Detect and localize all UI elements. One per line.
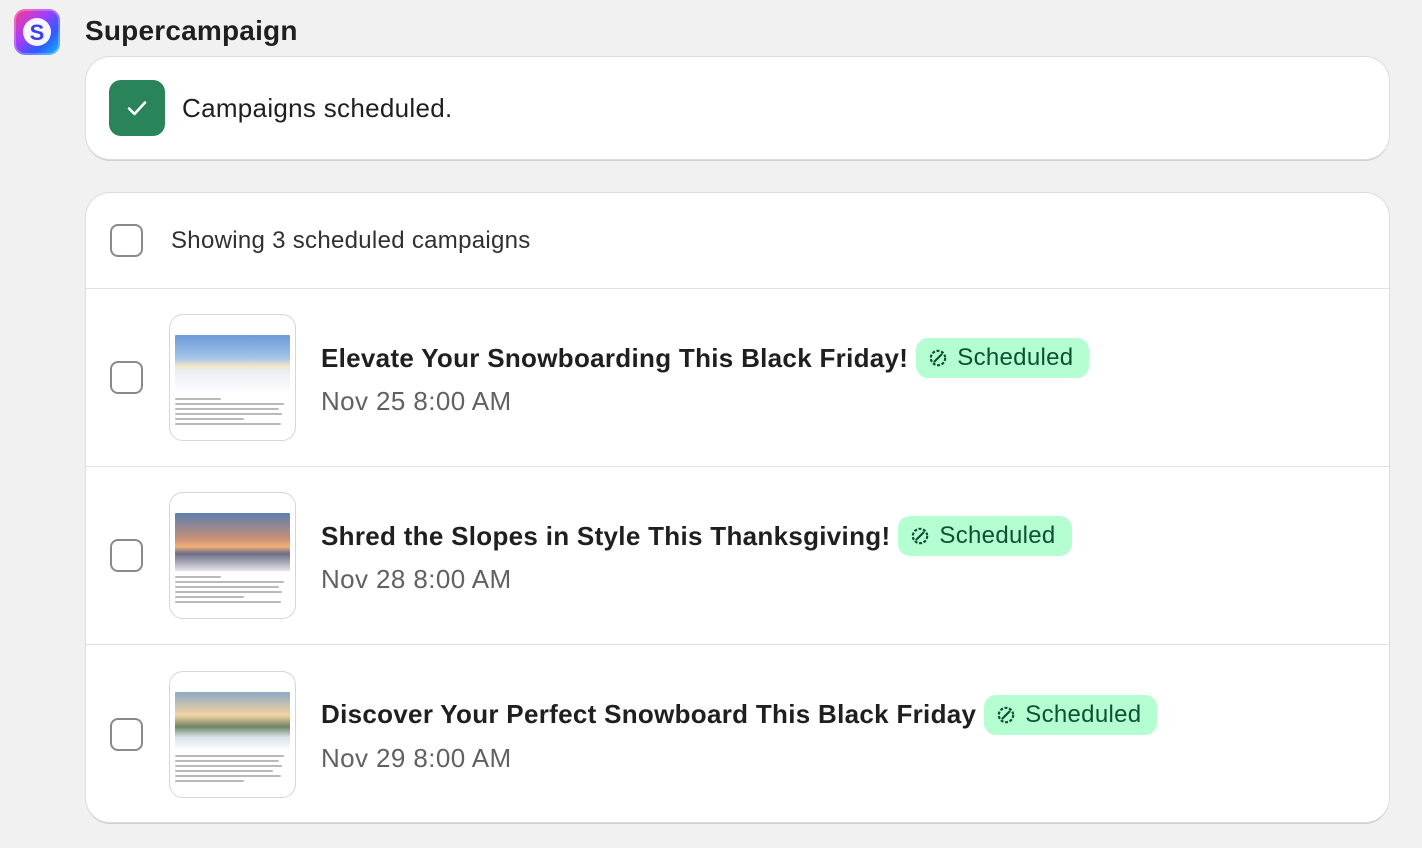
email-preview-thumbnail[interactable] bbox=[169, 492, 296, 619]
status-badge-label: Scheduled bbox=[939, 522, 1056, 549]
campaign-title[interactable]: Elevate Your Snowboarding This Black Fri… bbox=[321, 343, 908, 374]
campaign-row[interactable]: Shred the Slopes in Style This Thanksgiv… bbox=[86, 467, 1389, 645]
svg-text:S: S bbox=[30, 20, 45, 45]
scheduled-icon bbox=[997, 706, 1015, 723]
supercampaign-logo-icon: S bbox=[14, 9, 60, 55]
status-badge: Scheduled bbox=[916, 338, 1090, 378]
checkmark-icon bbox=[109, 80, 165, 136]
success-banner: Campaigns scheduled. bbox=[86, 57, 1389, 159]
campaign-title[interactable]: Discover Your Perfect Snowboard This Bla… bbox=[321, 699, 976, 730]
status-badge-label: Scheduled bbox=[1025, 700, 1142, 728]
list-header-text: Showing 3 scheduled campaigns bbox=[171, 226, 531, 254]
campaign-info: Discover Your Perfect Snowboard This Bla… bbox=[321, 694, 1158, 774]
campaign-date: Nov 29 8:00 AM bbox=[321, 742, 512, 773]
scheduled-icon bbox=[912, 527, 929, 545]
email-body-preview bbox=[175, 398, 290, 425]
app-title: Supercampaign bbox=[85, 15, 298, 46]
campaign-info: Shred the Slopes in Style This Thanksgiv… bbox=[321, 516, 1072, 595]
campaign-date: Nov 28 8:00 AM bbox=[321, 564, 512, 594]
status-badge: Scheduled bbox=[898, 516, 1072, 556]
status-badge-label: Scheduled bbox=[957, 344, 1074, 371]
campaign-checkbox[interactable] bbox=[110, 361, 143, 394]
email-body-preview bbox=[175, 754, 290, 782]
snowboarder-image bbox=[175, 513, 290, 571]
campaign-title[interactable]: Shred the Slopes in Style This Thanksgiv… bbox=[321, 521, 890, 552]
campaign-row[interactable]: Elevate Your Snowboarding This Black Fri… bbox=[86, 289, 1389, 467]
campaign-info: Elevate Your Snowboarding This Black Fri… bbox=[321, 338, 1090, 417]
campaign-checkbox[interactable] bbox=[110, 539, 143, 572]
scheduled-campaigns-list: Showing 3 scheduled campaigns Elevate Yo… bbox=[86, 193, 1389, 822]
app-header: S Supercampaign bbox=[14, 9, 297, 55]
campaign-row[interactable]: Discover Your Perfect Snowboard This Bla… bbox=[86, 645, 1389, 822]
email-body-preview bbox=[175, 576, 290, 603]
status-badge: Scheduled bbox=[984, 694, 1158, 735]
email-preview-thumbnail[interactable] bbox=[169, 670, 296, 798]
campaign-checkbox[interactable] bbox=[110, 717, 143, 751]
snowboarder-image bbox=[175, 691, 290, 750]
select-all-checkbox[interactable] bbox=[110, 224, 143, 257]
campaign-date: Nov 25 8:00 AM bbox=[321, 386, 512, 416]
banner-message: Campaigns scheduled. bbox=[182, 92, 453, 123]
list-header: Showing 3 scheduled campaigns bbox=[86, 193, 1389, 289]
email-preview-thumbnail[interactable] bbox=[169, 314, 296, 441]
snowboarder-image bbox=[175, 335, 290, 393]
scheduled-icon bbox=[929, 349, 947, 367]
